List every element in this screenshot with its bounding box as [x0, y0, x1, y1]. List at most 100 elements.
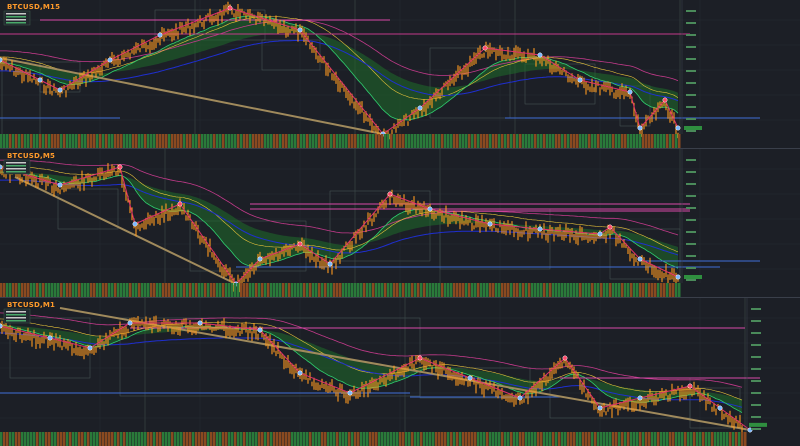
signal-strip-bar	[570, 432, 573, 446]
signal-strip-bar	[270, 134, 273, 148]
signal-strip-bar	[207, 432, 210, 446]
signal-strip-bar	[441, 134, 444, 148]
signal-strip-bar	[237, 134, 240, 148]
signal-strip-bar	[276, 283, 279, 297]
price-scale-tick	[686, 118, 696, 120]
signal-strip-bar	[204, 134, 207, 148]
signal-strip-bar	[18, 283, 21, 297]
signal-strip-bar	[504, 283, 507, 297]
signal-strip-bar	[717, 432, 720, 446]
signal-strip-bar	[6, 134, 9, 148]
pivot-marker	[417, 355, 423, 361]
signal-strip-bar	[666, 432, 669, 446]
signal-strip-bar	[498, 283, 501, 297]
signal-strip-bar	[327, 432, 330, 446]
signal-strip-bar	[594, 432, 597, 446]
chart-title: BTCUSD,M1	[7, 301, 56, 309]
signal-strip-bar	[372, 283, 375, 297]
signal-strip-bar	[120, 283, 123, 297]
signal-strip-bar	[501, 134, 504, 148]
signal-strip-bar	[69, 432, 72, 446]
chart-canvas[interactable]	[0, 0, 800, 148]
signal-strip-bar	[177, 432, 180, 446]
signal-strip-bar	[165, 134, 168, 148]
signal-strip-bar	[606, 283, 609, 297]
signal-strip-bar	[93, 283, 96, 297]
signal-strip-bar	[522, 283, 525, 297]
signal-strip-bar	[288, 134, 291, 148]
signal-strip-bar	[36, 432, 39, 446]
signal-strip-bar	[552, 432, 555, 446]
signal-strip-bar	[270, 432, 273, 446]
signal-strip-bar	[75, 134, 78, 148]
signal-strip-bar	[522, 432, 525, 446]
signal-strip-bar	[399, 283, 402, 297]
signal-strip-bar	[645, 432, 648, 446]
signal-strip-bar	[117, 134, 120, 148]
signal-strip-bar	[258, 134, 261, 148]
stats-line	[6, 22, 26, 24]
chart-pane-m1[interactable]: BTCUSD,M1	[0, 298, 800, 446]
chart-canvas[interactable]	[0, 149, 800, 297]
signal-strip-bar	[192, 134, 195, 148]
signal-strip-bar	[453, 432, 456, 446]
signal-strip-bar	[99, 432, 102, 446]
signal-strip-bar	[390, 134, 393, 148]
signal-strip-bar	[243, 432, 246, 446]
signal-strip-bar	[291, 432, 294, 446]
signal-strip-bar	[396, 432, 399, 446]
signal-strip-bar	[546, 432, 549, 446]
signal-strip-bar	[225, 283, 228, 297]
signal-strip-bar	[210, 283, 213, 297]
signal-strip-bar	[498, 134, 501, 148]
pivot-marker	[675, 274, 681, 280]
signal-strip-bar	[33, 432, 36, 446]
pivot-marker	[387, 191, 393, 197]
signal-strip-bar	[417, 134, 420, 148]
pivot-marker	[597, 231, 603, 237]
chart-pane-m15[interactable]: BTCUSD,M15	[0, 0, 800, 149]
pivot-marker	[0, 323, 3, 329]
signal-strip-bar	[519, 283, 522, 297]
pivot-marker	[117, 164, 123, 170]
signal-strip-bar	[702, 432, 705, 446]
signal-strip-bar	[525, 283, 528, 297]
signal-strip-bar	[615, 283, 618, 297]
signal-strip-bar	[219, 283, 222, 297]
signal-strip-bar	[537, 432, 540, 446]
signal-strip-bar	[9, 432, 12, 446]
signal-strip-bar	[258, 283, 261, 297]
signal-strip-bar	[570, 283, 573, 297]
signal-strip-bar	[450, 134, 453, 148]
signal-strip-bar	[66, 283, 69, 297]
signal-strip-bar	[540, 134, 543, 148]
stats-line	[6, 171, 26, 173]
signal-strip-bar	[207, 283, 210, 297]
signal-strip-bar	[21, 134, 24, 148]
signal-strip-bar	[597, 134, 600, 148]
signal-strip-bar	[201, 432, 204, 446]
signal-strip-bar	[261, 432, 264, 446]
signal-strip-bar	[549, 134, 552, 148]
price-scale-tick	[686, 195, 696, 197]
signal-strip-bar	[330, 134, 333, 148]
signal-strip-bar	[222, 283, 225, 297]
signal-strip-bar	[201, 134, 204, 148]
chart-pane-m5[interactable]: BTCUSD,M5	[0, 149, 800, 298]
signal-strip-bar	[621, 134, 624, 148]
signal-strip-bar	[558, 134, 561, 148]
signal-strip-bar	[606, 134, 609, 148]
signal-strip-bar	[153, 283, 156, 297]
signal-strip-bar	[594, 134, 597, 148]
signal-strip-bar	[675, 134, 678, 148]
pivot-marker	[327, 261, 333, 267]
price-scale-tick	[686, 106, 696, 108]
signal-strip-bar	[696, 432, 699, 446]
signal-strip-bar	[564, 432, 567, 446]
signal-strip-bar	[423, 134, 426, 148]
signal-strip-bar	[90, 432, 93, 446]
pivot-marker	[607, 224, 613, 230]
signal-strip-bar	[105, 283, 108, 297]
chart-canvas[interactable]	[0, 298, 800, 446]
price-scale-tick	[686, 70, 696, 72]
